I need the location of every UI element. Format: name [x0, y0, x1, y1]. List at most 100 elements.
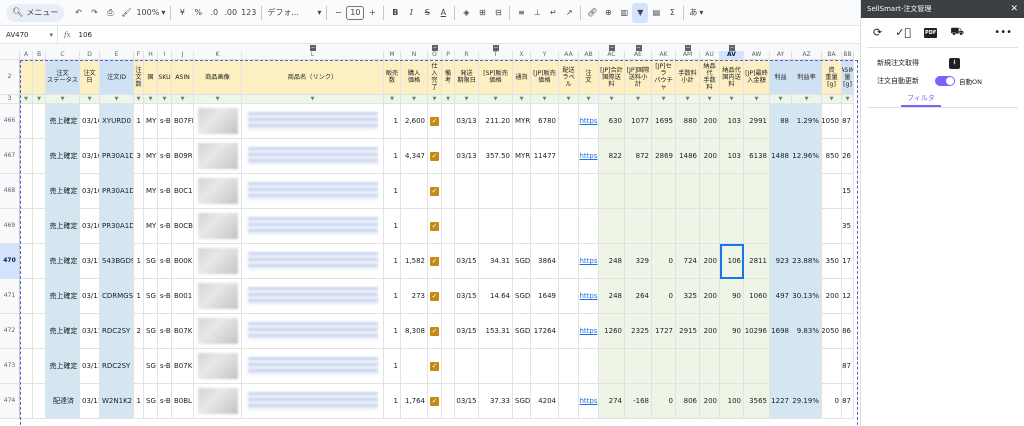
cell-l[interactable] — [242, 174, 384, 209]
cell-ba[interactable] — [822, 174, 842, 209]
cell-l[interactable] — [242, 104, 384, 139]
cell-t[interactable] — [479, 209, 513, 244]
text-wrap-icon[interactable]: ↵ — [545, 3, 561, 23]
row-number[interactable]: 471 — [0, 279, 20, 314]
cell-f[interactable] — [134, 209, 144, 244]
cell-e[interactable]: PR30A1D — [100, 174, 134, 209]
decrease-decimal-button[interactable]: .0 — [206, 3, 222, 23]
cell-h[interactable]: MY — [144, 104, 158, 139]
cell-aa[interactable] — [559, 174, 579, 209]
cell-aw[interactable] — [744, 349, 770, 384]
cell-aa[interactable] — [559, 349, 579, 384]
cell-aw[interactable]: 2991 — [744, 104, 770, 139]
product-name-link[interactable] — [247, 322, 378, 340]
cell-f[interactable] — [134, 174, 144, 209]
column-header-o[interactable]: O — [428, 51, 442, 60]
cell-ay[interactable]: 923 — [770, 244, 792, 279]
cell-i[interactable]: s-B — [158, 209, 172, 244]
cell-aa[interactable] — [559, 279, 579, 314]
cell-aa[interactable] — [559, 244, 579, 279]
cell-aw[interactable] — [744, 209, 770, 244]
cell-b[interactable] — [33, 174, 46, 209]
cell-ae[interactable]: -168 — [625, 384, 652, 419]
cell-ab[interactable]: https — [579, 139, 599, 174]
cell-k[interactable] — [194, 139, 242, 174]
cell-i[interactable]: s-B — [158, 174, 172, 209]
filter-button[interactable]: ▼ — [20, 95, 33, 104]
cell-x[interactable] — [513, 349, 531, 384]
cell-ba[interactable]: 350 — [822, 244, 842, 279]
cell-au[interactable]: 200 — [700, 384, 720, 419]
borders-icon[interactable]: ⊞ — [474, 3, 490, 23]
cell-k[interactable] — [194, 174, 242, 209]
cell-aw[interactable]: 2811 — [744, 244, 770, 279]
cell-au[interactable]: 200 — [700, 279, 720, 314]
cell-aa[interactable] — [559, 314, 579, 349]
cell-bb[interactable]: 86 — [842, 314, 854, 349]
cell-t[interactable]: 34.31 — [479, 244, 513, 279]
cell-ae[interactable]: 1077 — [625, 104, 652, 139]
column-header-l[interactable]: L — [242, 51, 384, 60]
cell-i[interactable]: s-B — [158, 314, 172, 349]
cell-f[interactable] — [134, 349, 144, 384]
cell-ab[interactable] — [579, 209, 599, 244]
cell-ab[interactable]: https — [579, 244, 599, 279]
cell-c[interactable]: 売上確定 — [46, 244, 80, 279]
cell-i[interactable]: s-B — [158, 384, 172, 419]
cell-ab[interactable]: https — [579, 314, 599, 349]
cell-e[interactable]: RDC2SY — [100, 349, 134, 384]
cell-ak[interactable]: 0 — [652, 384, 676, 419]
cell-ak[interactable]: 0 — [652, 244, 676, 279]
cell-m[interactable]: 1 — [384, 314, 401, 349]
cell-n[interactable]: 4,347 — [401, 139, 428, 174]
cell-av[interactable] — [720, 174, 744, 209]
cell-a[interactable] — [20, 244, 33, 279]
cell-o[interactable]: ✓ — [428, 104, 442, 139]
cell-y[interactable]: 6780 — [531, 104, 559, 139]
filter-button[interactable]: ▼ — [676, 95, 700, 104]
cell-e[interactable]: CDRMGS — [100, 279, 134, 314]
cell-ay[interactable]: 88 — [770, 104, 792, 139]
cell-r[interactable]: 03/15 — [455, 384, 479, 419]
row-number[interactable]: 472 — [0, 314, 20, 349]
tab-filter[interactable]: フィルタ — [901, 93, 941, 107]
currency-format-button[interactable]: ¥ — [174, 3, 190, 23]
filter-button[interactable]: ▼ — [700, 95, 720, 104]
cell-bb[interactable]: 12 — [842, 279, 854, 314]
cell-aw[interactable] — [744, 174, 770, 209]
cell-aw[interactable]: 1060 — [744, 279, 770, 314]
cell-r[interactable]: 03/15 — [455, 314, 479, 349]
filter-button[interactable]: ▼ — [242, 95, 384, 104]
bold-button[interactable]: B — [387, 3, 403, 23]
cell-h[interactable]: MY — [144, 139, 158, 174]
cell-av[interactable]: 103 — [720, 104, 744, 139]
cell-b[interactable] — [33, 209, 46, 244]
cell-o[interactable]: ✓ — [428, 139, 442, 174]
cell-m[interactable]: 1 — [384, 139, 401, 174]
cell-l[interactable] — [242, 279, 384, 314]
product-name-link[interactable] — [247, 217, 378, 235]
cell-c[interactable]: 売上確定 — [46, 139, 80, 174]
cell-ak[interactable]: 2869 — [652, 139, 676, 174]
cell-ba[interactable] — [822, 209, 842, 244]
cell-j[interactable]: B07K — [172, 314, 194, 349]
filter-button[interactable]: ▼ — [599, 95, 625, 104]
cell-av[interactable] — [720, 209, 744, 244]
cell-ae[interactable] — [625, 209, 652, 244]
cell-ay[interactable]: 1227 — [770, 384, 792, 419]
cell-ac[interactable] — [599, 349, 625, 384]
cell-y[interactable]: 11477 — [531, 139, 559, 174]
percent-format-button[interactable]: % — [190, 3, 206, 23]
cell-a[interactable] — [20, 104, 33, 139]
cell-y[interactable] — [531, 174, 559, 209]
cell-az[interactable]: 1.29% — [792, 104, 822, 139]
cell-h[interactable]: MY — [144, 209, 158, 244]
truck-icon[interactable]: ⛟ — [950, 25, 964, 40]
checkbox-checked-icon[interactable]: ✓ — [430, 326, 439, 336]
cell-m[interactable]: 1 — [384, 104, 401, 139]
cell-ac[interactable] — [599, 209, 625, 244]
column-header-x[interactable]: X — [513, 51, 531, 60]
filter-button[interactable]: ▼ — [384, 95, 401, 104]
column-header-ak[interactable]: AK — [652, 51, 676, 60]
cell-n[interactable]: 2,600 — [401, 104, 428, 139]
